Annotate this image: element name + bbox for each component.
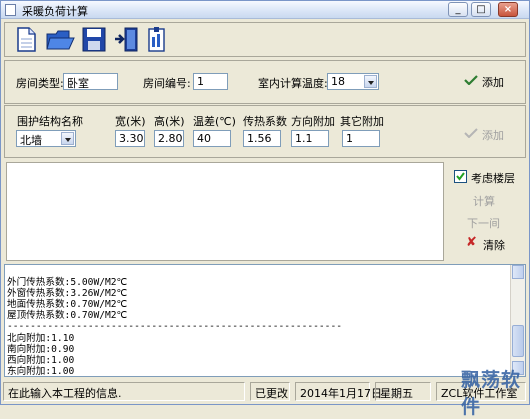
room-number-input[interactable]: 1 <box>193 73 228 90</box>
save-disk-icon <box>81 26 107 53</box>
log-line: 西向附加:1.00 <box>7 355 74 366</box>
action-panel: 考虑楼层 计算 下一间 ✘ 清除 <box>446 162 526 261</box>
status-message: 在此输入本工程的信息. <box>3 382 245 401</box>
exit-button[interactable] <box>113 26 139 53</box>
room-number-label: 房间编号: <box>143 75 191 91</box>
add-structure-label: 添加 <box>482 127 504 143</box>
checkmark-icon <box>455 171 466 182</box>
toolbar <box>4 22 526 57</box>
scrollbar-thumb[interactable] <box>512 325 524 357</box>
log-line: 地面传热系数:0.70W/M2℃ <box>7 299 127 310</box>
floor-checkbox-label: 考虑楼层 <box>471 170 515 186</box>
room-type-input[interactable]: 卧室 <box>63 73 118 90</box>
direction-label: 方向附加 <box>291 113 335 129</box>
new-file-icon <box>13 26 39 53</box>
other-label: 其它附加 <box>340 113 384 129</box>
scroll-up-arrow-icon[interactable] <box>512 265 524 279</box>
minimize-button[interactable]: _ <box>448 2 468 17</box>
app-icon <box>5 4 16 16</box>
clear-label: 清除 <box>483 237 505 253</box>
maximize-button[interactable]: □ <box>471 2 491 17</box>
tempdiff-label: 温差(℃) <box>193 113 236 129</box>
room-panel: 房间类型: 卧室 房间编号: 1 室内计算温度: 18 添加 <box>4 60 526 104</box>
log-line: 南向附加:0.90 <box>7 344 74 355</box>
status-weekday: 星期五 <box>375 382 431 401</box>
direction-input[interactable]: 1.1 <box>291 130 329 147</box>
log-text: 外门传热系数:5.00W/M2℃ 外窗传热系数:3.26W/M2℃ 地面传热系数… <box>7 266 509 377</box>
main-window: 采暖负荷计算 _ □ × <box>0 0 530 405</box>
structure-list-area[interactable] <box>6 162 444 261</box>
calc-button[interactable]: 计算 <box>473 193 495 209</box>
log-line: 东向附加:1.00 <box>7 366 74 377</box>
status-modified: 已更改 <box>250 382 290 401</box>
coef-input[interactable]: 1.56 <box>243 130 281 147</box>
report-icon <box>145 26 169 53</box>
open-folder-icon <box>45 26 77 53</box>
tempdiff-input[interactable]: 40 <box>193 130 231 147</box>
other-input[interactable]: 1 <box>342 130 380 147</box>
status-date: 2014年1月17日 <box>295 382 370 401</box>
log-line: ----------------------------------------… <box>7 321 342 332</box>
room-temp-select[interactable]: 18 <box>327 73 379 90</box>
add-room-label: 添加 <box>482 74 504 90</box>
window-title: 采暖负荷计算 <box>22 3 88 19</box>
log-line: 外门传热系数:5.00W/M2℃ <box>7 277 127 288</box>
coef-label: 传热系数 <box>243 113 287 129</box>
log-line: 北向附加:1.10 <box>7 333 74 344</box>
output-log[interactable]: 外门传热系数:5.00W/M2℃ 外窗传热系数:3.26W/M2℃ 地面传热系数… <box>4 264 526 377</box>
width-label: 宽(米) <box>115 113 146 129</box>
save-button[interactable] <box>81 26 107 53</box>
width-input[interactable]: 3.30 <box>115 130 145 147</box>
check-icon <box>464 75 478 85</box>
clear-button[interactable]: ✘ 清除 <box>466 235 512 255</box>
log-line: 外窗传热系数:3.26W/M2℃ <box>7 288 127 299</box>
exit-door-icon <box>113 26 139 53</box>
structure-name-label: 围护结构名称 <box>17 113 83 129</box>
height-input[interactable]: 2.80 <box>154 130 184 147</box>
minimize-icon: _ <box>456 4 461 15</box>
next-room-button[interactable]: 下一间 <box>467 215 500 231</box>
new-file-button[interactable] <box>13 26 39 53</box>
structure-panel: 围护结构名称 北墙 宽(米) 3.30 高(米) 2.80 温差(℃) 40 传… <box>4 105 526 158</box>
status-bar: 在此输入本工程的信息. 已更改 2014年1月17日 星期五 ZCL软件工作室 <box>1 379 529 404</box>
check-icon <box>464 128 478 138</box>
title-bar: 采暖负荷计算 _ □ × <box>1 1 529 19</box>
height-label: 高(米) <box>154 113 185 129</box>
floor-checkbox[interactable] <box>454 170 467 183</box>
structure-name-value: 北墙 <box>20 134 42 147</box>
maximize-icon: □ <box>476 4 485 15</box>
add-structure-button[interactable]: 添加 <box>464 125 514 145</box>
chevron-down-icon <box>61 132 74 145</box>
log-line: 屋顶传热系数:0.70W/M2℃ <box>7 310 127 321</box>
room-temp-label: 室内计算温度: <box>258 75 328 91</box>
report-button[interactable] <box>145 26 169 53</box>
room-temp-value: 18 <box>331 75 345 88</box>
chevron-down-icon <box>364 75 377 88</box>
close-button[interactable]: × <box>498 2 518 17</box>
x-mark-icon: ✘ <box>466 235 477 250</box>
open-folder-button[interactable] <box>45 26 77 53</box>
structure-name-select[interactable]: 北墙 <box>16 130 76 147</box>
room-type-label: 房间类型: <box>16 75 64 91</box>
close-icon: × <box>504 4 512 15</box>
add-room-button[interactable]: 添加 <box>464 72 514 92</box>
vertical-scrollbar[interactable] <box>510 265 525 376</box>
watermark: 飘荡软件 <box>461 365 529 419</box>
